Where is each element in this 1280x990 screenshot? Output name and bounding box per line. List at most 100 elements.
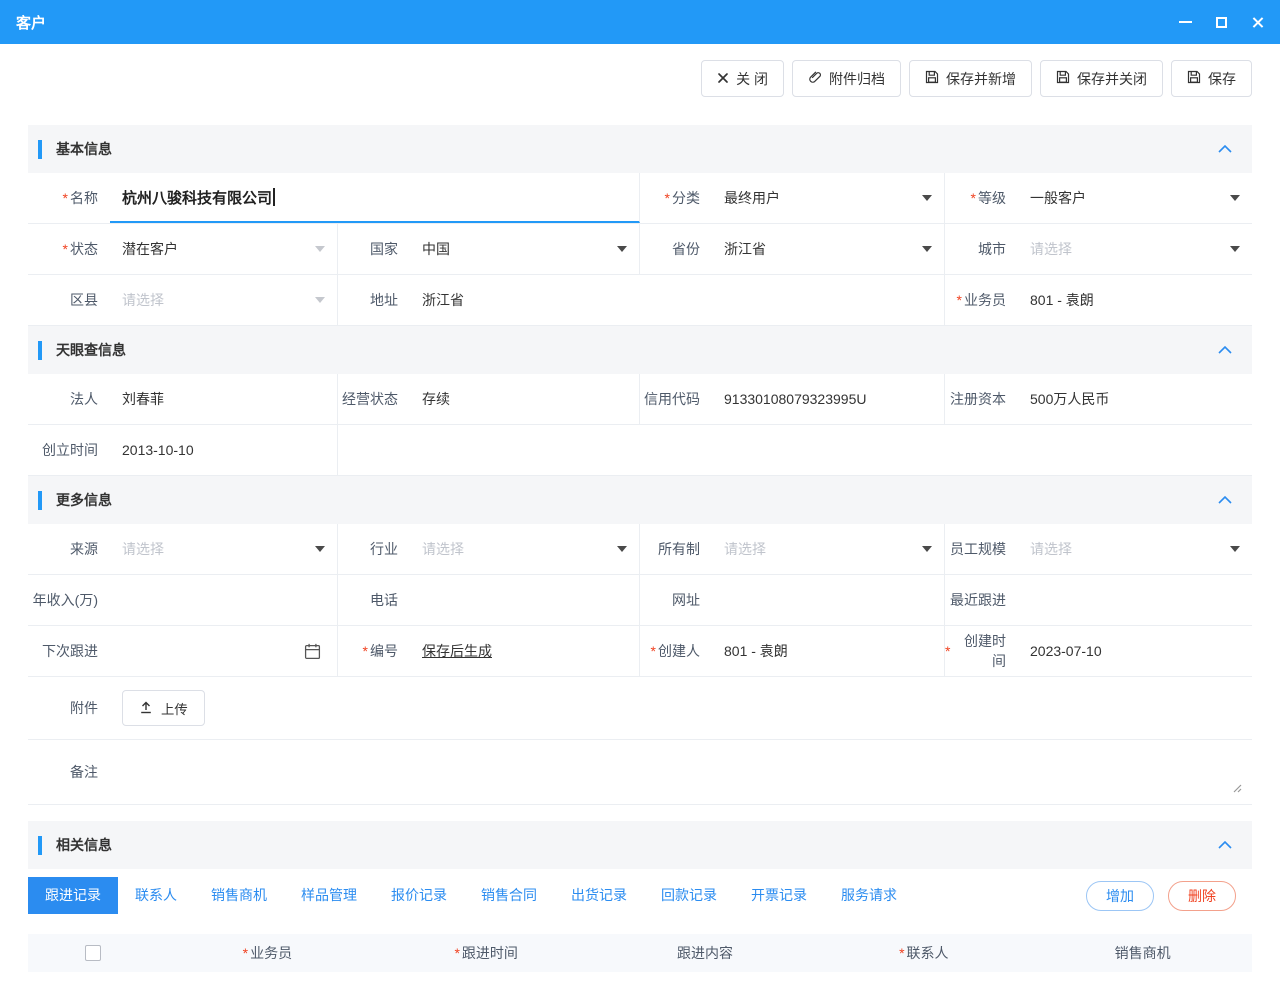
remarks-textarea[interactable] bbox=[110, 740, 1252, 804]
text-cursor bbox=[273, 188, 275, 206]
upload-button[interactable]: 上传 bbox=[122, 690, 205, 726]
source-label: 来源 bbox=[28, 524, 110, 574]
status-label: *状态 bbox=[28, 224, 110, 274]
tab-quotation-records[interactable]: 报价记录 bbox=[374, 877, 464, 914]
tab-shipment-records[interactable]: 出货记录 bbox=[554, 877, 644, 914]
tab-followup-records[interactable]: 跟进记录 bbox=[28, 877, 118, 914]
save-and-new-button[interactable]: 保存并新增 bbox=[909, 60, 1032, 97]
level-select[interactable]: 一般客户 bbox=[1018, 173, 1252, 223]
minimize-icon[interactable] bbox=[1179, 21, 1192, 23]
source-select[interactable]: 请选择 bbox=[110, 524, 338, 574]
column-contact: *联系人 bbox=[814, 943, 1033, 963]
tab-payment-records[interactable]: 回款记录 bbox=[644, 877, 734, 914]
basic-row-1: *名称 杭州八骏科技有限公司 *分类 最终用户 *等级 一般客户 bbox=[28, 173, 1252, 224]
collapse-chevron-icon[interactable] bbox=[1218, 496, 1232, 504]
ownership-label: 所有制 bbox=[640, 524, 712, 574]
creator-field: 801 - 袁朗 bbox=[712, 626, 945, 676]
tab-service-requests[interactable]: 服务请求 bbox=[824, 877, 914, 914]
city-select[interactable]: 请选择 bbox=[1018, 224, 1252, 274]
created-time-label: *创建时间 bbox=[945, 626, 1018, 676]
collapse-chevron-icon[interactable] bbox=[1218, 346, 1232, 354]
tab-sample-management[interactable]: 样品管理 bbox=[284, 877, 374, 914]
add-button[interactable]: 增加 bbox=[1086, 881, 1154, 911]
section-basic-info-title: 基本信息 bbox=[56, 139, 112, 159]
attachment-archive-button[interactable]: 附件归档 bbox=[792, 60, 901, 97]
section-related-info-title: 相关信息 bbox=[56, 835, 112, 855]
chevron-down-icon bbox=[315, 246, 325, 252]
recent-followup-label: 最近跟进 bbox=[945, 575, 1018, 625]
chevron-down-icon bbox=[922, 546, 932, 552]
section-basic-info-header: 基本信息 bbox=[28, 125, 1252, 173]
credit-code-field: 91330108079323995U bbox=[712, 374, 945, 424]
employee-scale-select[interactable]: 请选择 bbox=[1018, 524, 1252, 574]
next-followup-label: 下次跟进 bbox=[28, 626, 110, 676]
website-field[interactable] bbox=[712, 575, 945, 625]
section-related-info-header: 相关信息 bbox=[28, 821, 1252, 869]
chevron-down-icon bbox=[315, 546, 325, 552]
attachment-field: 上传 bbox=[110, 677, 1252, 739]
column-followup-time: *跟进时间 bbox=[377, 943, 596, 963]
select-all-checkbox[interactable] bbox=[85, 945, 101, 961]
annual-revenue-label: 年收入(万) bbox=[28, 575, 110, 625]
maximize-icon[interactable] bbox=[1216, 17, 1227, 28]
close-button[interactable]: 关 闭 bbox=[701, 60, 784, 97]
remarks-label: 备注 bbox=[28, 740, 110, 804]
tab-invoice-records[interactable]: 开票记录 bbox=[734, 877, 824, 914]
save-icon bbox=[925, 70, 939, 87]
tab-sales-opportunities[interactable]: 销售商机 bbox=[194, 877, 284, 914]
tab-sales-contracts[interactable]: 销售合同 bbox=[464, 877, 554, 914]
country-label: 国家 bbox=[338, 224, 410, 274]
annual-revenue-field[interactable] bbox=[110, 575, 338, 625]
legal-person-label: 法人 bbox=[28, 374, 110, 424]
website-label: 网址 bbox=[640, 575, 712, 625]
collapse-chevron-icon[interactable] bbox=[1218, 841, 1232, 849]
industry-label: 行业 bbox=[338, 524, 410, 574]
address-label: 地址 bbox=[338, 275, 410, 325]
save-icon bbox=[1187, 70, 1201, 87]
status-select[interactable]: 潜在客户 bbox=[110, 224, 338, 274]
paperclip-icon bbox=[808, 70, 822, 87]
salesperson-field[interactable]: 801 - 袁朗 bbox=[1018, 275, 1252, 325]
next-followup-date[interactable] bbox=[110, 626, 338, 676]
founded-date-field: 2013-10-10 bbox=[110, 425, 338, 475]
section-accent-bar bbox=[38, 836, 42, 855]
phone-label: 电话 bbox=[338, 575, 410, 625]
chevron-down-icon bbox=[1230, 195, 1240, 201]
save-and-close-button[interactable]: 保存并关闭 bbox=[1040, 60, 1163, 97]
chevron-down-icon bbox=[315, 297, 325, 303]
empty-field bbox=[338, 425, 1252, 475]
remarks-row: 备注 bbox=[28, 740, 1252, 805]
number-label: *编号 bbox=[338, 626, 410, 676]
calendar-icon[interactable] bbox=[304, 643, 321, 660]
recent-followup-field bbox=[1018, 575, 1252, 625]
phone-field[interactable] bbox=[410, 575, 640, 625]
ownership-select[interactable]: 请选择 bbox=[712, 524, 945, 574]
save-button[interactable]: 保存 bbox=[1171, 60, 1252, 97]
collapse-chevron-icon[interactable] bbox=[1218, 145, 1232, 153]
legal-person-field: 刘春菲 bbox=[110, 374, 338, 424]
section-accent-bar bbox=[38, 341, 42, 360]
delete-button[interactable]: 删除 bbox=[1168, 881, 1236, 911]
basic-row-2: *状态 潜在客户 国家 中国 省份 浙江省 城市 请选择 bbox=[28, 224, 1252, 275]
save-icon bbox=[1056, 70, 1070, 87]
resize-handle-icon[interactable] bbox=[1230, 780, 1242, 796]
followup-table-header: *业务员 *跟进时间 跟进内容 *联系人 销售商机 bbox=[28, 934, 1252, 972]
industry-select[interactable]: 请选择 bbox=[410, 524, 640, 574]
district-select[interactable]: 请选择 bbox=[110, 275, 338, 325]
section-accent-bar bbox=[38, 140, 42, 159]
column-followup-content: 跟进内容 bbox=[596, 943, 815, 963]
name-input[interactable]: 杭州八骏科技有限公司 bbox=[110, 173, 640, 223]
attachment-label: 附件 bbox=[28, 677, 110, 739]
close-window-icon[interactable] bbox=[1251, 16, 1264, 29]
category-select[interactable]: 最终用户 bbox=[712, 173, 945, 223]
tianyancha-row-1: 法人 刘春菲 经营状态 存续 信用代码 91330108079323995U 注… bbox=[28, 374, 1252, 425]
chevron-down-icon bbox=[617, 546, 627, 552]
column-salesperson: *业务员 bbox=[158, 943, 377, 963]
country-select[interactable]: 中国 bbox=[410, 224, 640, 274]
address-field[interactable]: 浙江省 bbox=[410, 275, 945, 325]
number-field: 保存后生成 bbox=[410, 626, 640, 676]
basic-row-3: 区县 请选择 地址 浙江省 *业务员 801 - 袁朗 bbox=[28, 275, 1252, 326]
registered-capital-label: 注册资本 bbox=[945, 374, 1018, 424]
tab-contacts[interactable]: 联系人 bbox=[118, 877, 194, 914]
province-select[interactable]: 浙江省 bbox=[712, 224, 945, 274]
